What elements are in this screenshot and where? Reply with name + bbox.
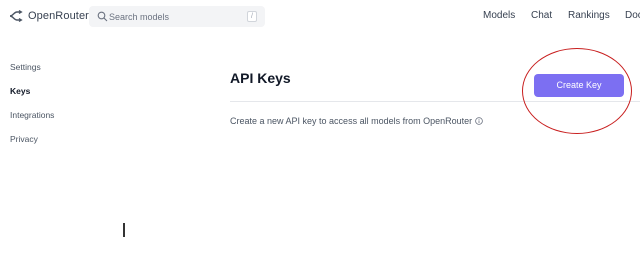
sidebar-item-integrations[interactable]: Integrations (10, 110, 54, 120)
nav-chat[interactable]: Chat (531, 10, 552, 21)
sidebar-item-privacy[interactable]: Privacy (10, 134, 38, 144)
search-icon (97, 11, 108, 22)
openrouter-logo-icon (9, 9, 23, 23)
search-box[interactable]: / (89, 6, 265, 27)
sidebar-item-keys[interactable]: Keys (10, 86, 30, 96)
search-shortcut-key: / (247, 11, 257, 22)
info-icon[interactable] (475, 117, 483, 125)
description-label: Create a new API key to access all model… (230, 116, 473, 126)
nav-docs[interactable]: Doc (625, 10, 640, 21)
top-bar: OpenRouter / Models Chat Rankings Doc (0, 0, 640, 34)
title-divider (230, 101, 640, 102)
nav-rankings[interactable]: Rankings (568, 10, 610, 21)
description-text: Create a new API key to access all model… (230, 116, 483, 126)
page-title: API Keys (230, 70, 291, 86)
sidebar-item-settings[interactable]: Settings (10, 62, 41, 72)
brand-logo[interactable]: OpenRouter (9, 9, 89, 23)
text-cursor (123, 223, 125, 237)
create-key-button[interactable]: Create Key (534, 74, 624, 97)
nav-models[interactable]: Models (483, 10, 515, 21)
search-input[interactable] (109, 6, 249, 27)
brand-name: OpenRouter (28, 10, 89, 22)
